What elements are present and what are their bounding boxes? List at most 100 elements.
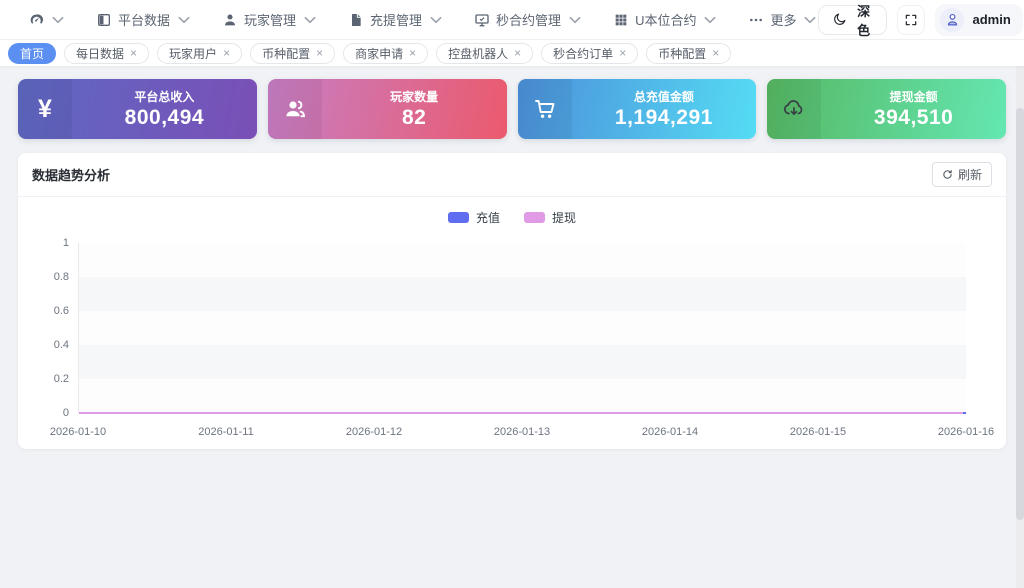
close-icon[interactable]: × [130,47,137,59]
tab-label: 每日数据 [76,45,124,62]
y-axis-tick: 0 [34,407,69,419]
tab-label: 商家申请 [355,45,403,62]
fullscreen-icon [904,13,918,27]
speedometer-icon [28,12,44,28]
tab-6[interactable]: 秒合约订单 × [541,43,638,64]
x-axis-tick: 2026-01-11 [198,426,253,438]
monitor-icon [474,12,490,28]
x-axis-tick: 2026-01-10 [50,426,106,438]
page-scrollbar-track[interactable] [1016,66,1024,588]
close-icon[interactable]: × [712,47,719,59]
stat-card-body: 提现金额394,510 [821,79,1006,139]
chart-plot-area [78,243,966,413]
tab-label: 秒合约订单 [553,45,613,62]
trend-panel: 数据趋势分析 刷新 充值 提现 2026-01-10 2026-01-11 2026-… [18,153,1006,449]
y-axis-tick: 0.4 [34,339,69,351]
tab-4[interactable]: 商家申请 × [343,43,428,64]
tab-bar: 首页每日数据×玩家用户×币种配置×商家申请×控盘机器人×秒合约订单×币种配置× [0,40,1024,66]
x-axis-tick: 2026-01-16 [938,426,994,438]
trend-panel-header: 数据趋势分析 刷新 [18,153,1006,197]
tab-2[interactable]: 玩家用户 × [157,43,242,64]
chevron-down-icon [802,12,818,28]
legend-swatch [448,212,469,223]
stat-card-3: 提现金额394,510 [767,79,1006,139]
nav-item-label: 平台数据 [118,10,170,29]
nav-item-label: 充提管理 [370,10,422,29]
close-icon[interactable]: × [409,47,416,59]
chevron-down-icon [302,12,318,28]
grid-band [79,379,966,413]
refresh-button[interactable]: 刷新 [932,162,992,187]
tab-7[interactable]: 币种配置 × [646,43,731,64]
y-axis-tick: 0.8 [34,271,69,283]
close-icon[interactable]: × [514,47,521,59]
tab-5[interactable]: 控盘机器人× [436,43,533,64]
users-icon [268,79,322,139]
stat-card-body: 玩家数量82 [322,79,507,139]
tab-label: 首页 [20,45,44,62]
topbar: 平台数据 玩家管理 充提管理 秒合约管理 U本位合约 更多 深色 admin [0,0,1024,40]
dark-mode-button[interactable]: 深色 [818,5,886,35]
tab-label: 玩家用户 [169,45,217,62]
nav-item-dashboard[interactable] [28,12,66,28]
nav-item-more[interactable]: 更多 [748,10,818,29]
user-menu[interactable]: admin [935,4,1022,36]
panel-title: 数据趋势分析 [32,165,110,184]
nav-item-u-contract[interactable]: U本位合约 [613,10,718,29]
moon-icon [832,12,847,27]
grid-band [79,277,966,311]
legend-label: 提现 [552,209,576,226]
username: admin [972,12,1010,27]
stat-card-0: ¥平台总收入800,494 [18,79,257,139]
chevron-down-icon [567,12,583,28]
stat-card-title: 玩家数量 [390,88,438,105]
stat-cards-row: ¥平台总收入800,494 玩家数量82总充值金额1,194,291 提现金额394… [18,79,1006,139]
close-icon[interactable]: × [316,47,323,59]
fullscreen-button[interactable] [897,5,926,35]
y-axis-tick: 0.2 [34,373,69,385]
page-scrollbar-thumb[interactable] [1016,108,1024,520]
x-axis-tick: 2026-01-13 [494,426,550,438]
tab-label: 币种配置 [658,45,706,62]
stat-card-2: 总充值金额1,194,291 [518,79,757,139]
nav-item-deposit-withdraw[interactable]: 充提管理 [348,10,444,29]
dark-mode-label: 深色 [854,1,872,39]
chevron-down-icon [428,12,444,28]
topbar-actions: 深色 admin [818,4,1022,36]
legend-item-提现[interactable]: 提现 [524,209,576,226]
ellipsis-icon [748,12,764,28]
nav-item-label: U本位合约 [635,10,696,29]
legend-label: 充值 [476,209,500,226]
close-icon[interactable]: × [619,47,626,59]
user-icon [222,12,238,28]
cart-icon [518,79,572,139]
document-icon [348,12,364,28]
tab-1[interactable]: 每日数据 × [64,43,149,64]
legend-item-充值[interactable]: 充值 [448,209,500,226]
chevron-down-icon [176,12,192,28]
chevron-down-icon [702,12,718,28]
x-axis-tick: 2026-01-12 [346,426,402,438]
avatar [940,8,964,32]
nav-item-platform-data[interactable]: 平台数据 [96,10,192,29]
x-axis-tick: 2026-01-14 [642,426,698,438]
tab-home[interactable]: 首页 [8,43,56,64]
stat-card-value: 394,510 [874,106,953,130]
cloud-download-icon [767,79,821,139]
trend-chart: 充值 提现 2026-01-10 2026-01-11 2026-01-12 2026-… [34,197,990,449]
tab-label: 币种配置 [262,45,310,62]
chevron-down-icon [50,12,66,28]
grid-icon [613,12,629,28]
nav-item-seconds-contract[interactable]: 秒合约管理 [474,10,583,29]
legend-swatch [524,212,545,223]
chart-legend: 充值 提现 [34,209,990,226]
chart-x-axis: 2026-01-102026-01-112026-01-122026-01-13… [78,426,966,439]
panel-icon [96,12,112,28]
close-icon[interactable]: × [223,47,230,59]
nav-item-player-mgmt[interactable]: 玩家管理 [222,10,318,29]
tab-3[interactable]: 币种配置 × [250,43,335,64]
stat-card-value: 1,194,291 [615,106,713,130]
y-axis-tick: 1 [34,237,69,249]
stat-card-1: 玩家数量82 [268,79,507,139]
refresh-label: 刷新 [958,166,982,183]
